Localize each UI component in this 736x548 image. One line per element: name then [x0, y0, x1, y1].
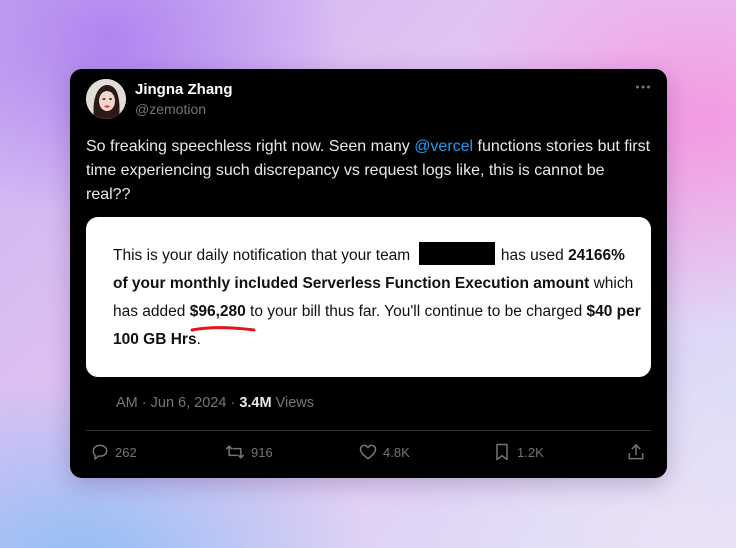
red-underline — [190, 326, 256, 332]
more-icon[interactable] — [635, 79, 651, 98]
reply-icon — [92, 444, 108, 460]
views-label: Views — [271, 395, 315, 411]
retweet-button[interactable]: 916 — [224, 442, 273, 462]
tweet-text-start: So freaking speechless right now. Seen m… — [86, 138, 415, 155]
tweet-card: Jingna Zhang @zemotion So freaking speec… — [70, 69, 667, 478]
share-button[interactable] — [626, 442, 651, 462]
tweet-meta: AM · Jun 6, 2024 · 3.4M Views — [116, 395, 314, 411]
notif-part-8: . — [196, 331, 201, 348]
bill-amount: $96,280 — [189, 298, 256, 332]
mention-link[interactable]: @vercel — [414, 138, 473, 155]
bookmark-count: 1.2K — [517, 444, 544, 460]
reply-count: 262 — [115, 444, 137, 460]
redaction-box — [418, 242, 495, 265]
notification-text: This is your daily notification that you… — [113, 242, 643, 354]
share-icon — [628, 444, 644, 460]
bookmark-button[interactable]: 1.2K — [492, 442, 544, 462]
notif-part-1: This is your daily notification that you… — [113, 247, 415, 264]
like-count: 4.8K — [383, 444, 410, 460]
attached-image[interactable]: This is your daily notification that you… — [86, 217, 651, 377]
tweet-text: So freaking speechless right now. Seen m… — [86, 135, 652, 207]
retweet-count: 916 — [251, 444, 273, 460]
bookmark-icon — [496, 443, 508, 461]
bill-amount-value: $96,280 — [189, 303, 246, 320]
notif-part-2: has used — [496, 247, 569, 264]
retweet-icon — [225, 445, 245, 459]
like-icon — [359, 444, 377, 460]
avatar[interactable] — [86, 79, 126, 119]
divider — [86, 430, 651, 431]
notif-part-6: to your bill thus far. You'll continue t… — [245, 303, 587, 320]
reply-button[interactable]: 262 — [90, 442, 137, 462]
timestamp[interactable]: AM · Jun 6, 2024 · — [116, 395, 239, 411]
author-name[interactable]: Jingna Zhang — [135, 81, 233, 98]
author-handle[interactable]: @zemotion — [135, 101, 206, 117]
views-count: 3.4M — [239, 395, 272, 411]
like-button[interactable]: 4.8K — [358, 442, 410, 462]
